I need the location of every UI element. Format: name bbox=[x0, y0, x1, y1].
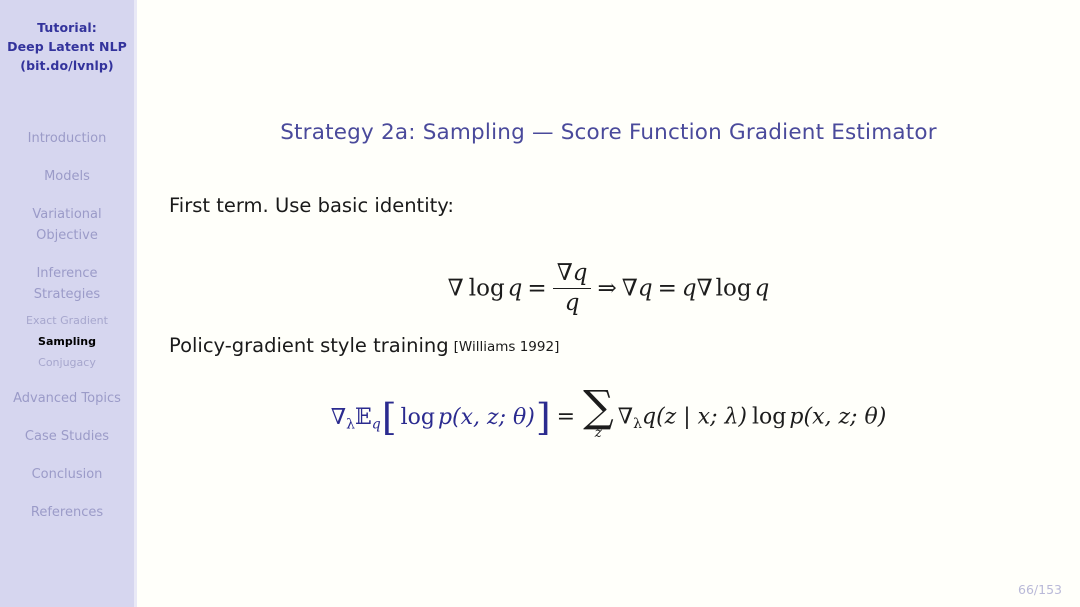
sidebar-item-conclusion[interactable]: Conclusion bbox=[0, 464, 134, 485]
density-p: p bbox=[437, 404, 453, 430]
log-operator: log bbox=[752, 404, 787, 430]
policy-gradient-label: Policy-gradient style training bbox=[169, 334, 449, 357]
sidebar-navigation: Tutorial: Deep Latent NLP (bit.do/lvnlp)… bbox=[0, 0, 134, 607]
sidebar-subitem-conjugacy[interactable]: Conjugacy bbox=[0, 352, 134, 373]
sidebar-item-label: Models bbox=[44, 169, 90, 184]
nabla-symbol: ∇ bbox=[696, 275, 713, 302]
fraction-numerator: ∇q bbox=[552, 260, 592, 289]
log-operator: log bbox=[400, 404, 435, 430]
sidebar-item-label-2: Objective bbox=[36, 228, 98, 243]
page-number: 66/153 bbox=[1018, 582, 1062, 597]
variable-q: q bbox=[507, 275, 523, 302]
sidebar-item-variational-objective[interactable]: Variational Objective bbox=[0, 204, 134, 246]
sidebar-item-label: References bbox=[30, 505, 104, 520]
nabla-symbol: ∇ bbox=[617, 404, 634, 430]
fraction-grad-q-over-q: ∇q q bbox=[552, 260, 592, 316]
sidebar-item-label-2: Strategies bbox=[33, 287, 101, 302]
log-operator: log bbox=[715, 275, 752, 302]
nabla-symbol: ∇ bbox=[330, 404, 347, 430]
sidebar-item-advanced-topics[interactable]: Advanced Topics bbox=[0, 388, 134, 409]
nabla-symbol: ∇ bbox=[556, 260, 573, 286]
equation-lhs: ∇λ𝔼q[log p(x, z; θ)] bbox=[330, 395, 552, 439]
slide: Tutorial: Deep Latent NLP (bit.do/lvnlp)… bbox=[0, 0, 1080, 607]
subscript-lambda: λ bbox=[633, 416, 642, 433]
variable-q: q bbox=[572, 260, 588, 286]
sidebar-item-label: Variational bbox=[32, 207, 102, 222]
citation-williams-1992: [Williams 1992] bbox=[453, 339, 560, 355]
brand-link[interactable]: (bit.do/lvnlp) bbox=[0, 56, 134, 75]
slide-content: Strategy 2a: Sampling — Score Function G… bbox=[137, 0, 1080, 607]
sidebar-item-label: Introduction bbox=[27, 131, 107, 146]
sidebar-item-inference-strategies[interactable]: Inference Strategies bbox=[0, 263, 134, 305]
log-operator: log bbox=[468, 275, 505, 302]
sidebar-item-label: Conclusion bbox=[31, 467, 103, 482]
implies-symbol: ⇒ bbox=[597, 275, 617, 302]
sidebar-item-references[interactable]: References bbox=[0, 502, 134, 523]
equation-score-function-estimator: ∇λ𝔼q[log p(x, z; θ)] = ∑ z ∇λq(z | x; λ) log p(… bbox=[137, 382, 1080, 443]
equals-sign: = bbox=[657, 275, 677, 302]
sidebar-item-label: Inference bbox=[36, 266, 98, 281]
first-term-text: First term. Use basic identity: bbox=[169, 194, 454, 217]
variable-q: q bbox=[681, 275, 697, 302]
variable-q: q bbox=[754, 275, 770, 302]
fraction-denominator: q bbox=[564, 289, 580, 316]
brand-title: Tutorial: Deep Latent NLP (bit.do/lvnlp) bbox=[0, 18, 134, 75]
sidebar-subitem-exact-gradient[interactable]: Exact Gradient bbox=[0, 310, 134, 331]
bracket-close: ] bbox=[535, 394, 551, 439]
summation-operator: ∑ z bbox=[583, 382, 614, 441]
sidebar-item-label: Advanced Topics bbox=[13, 391, 121, 406]
sidebar-item-models[interactable]: Models bbox=[0, 166, 134, 187]
sum-symbol: ∑ bbox=[583, 382, 614, 432]
q-arguments: (z | x; λ) bbox=[656, 404, 748, 430]
subscript-q: q bbox=[371, 416, 381, 433]
equation-identity: ∇ log q = ∇q q ⇒ ∇q = q∇ log q bbox=[137, 260, 1080, 317]
sidebar-item-label: Case Studies bbox=[24, 429, 110, 444]
equals-sign: = bbox=[556, 404, 576, 430]
sidebar-item-case-studies[interactable]: Case Studies bbox=[0, 426, 134, 447]
nav-list: Introduction Models Variational Objectiv… bbox=[0, 128, 134, 540]
sidebar-subitem-sampling[interactable]: Sampling bbox=[0, 331, 134, 352]
bracket-open: [ bbox=[381, 394, 397, 439]
expectation-symbol: 𝔼 bbox=[355, 404, 372, 430]
variational-q: q bbox=[642, 404, 657, 430]
policy-gradient-text: Policy-gradient style training [Williams … bbox=[169, 334, 559, 357]
subscript-lambda: λ bbox=[346, 416, 356, 433]
page-title: Strategy 2a: Sampling — Score Function G… bbox=[280, 120, 937, 145]
density-p: p bbox=[789, 404, 804, 430]
brand-line-1: Tutorial: bbox=[37, 20, 97, 35]
p-arguments: (x, z; θ) bbox=[452, 404, 535, 430]
p-arguments: (x, z; θ) bbox=[803, 404, 887, 430]
nabla-symbol: ∇ bbox=[621, 275, 638, 302]
brand-line-2: Deep Latent NLP bbox=[7, 39, 127, 54]
nabla-symbol: ∇ bbox=[447, 275, 464, 302]
sidebar-subsection-list: Exact Gradient Sampling Conjugacy bbox=[0, 310, 134, 373]
equals-sign: = bbox=[527, 275, 547, 302]
variable-q: q bbox=[637, 275, 653, 302]
sidebar-item-introduction[interactable]: Introduction bbox=[0, 128, 134, 149]
